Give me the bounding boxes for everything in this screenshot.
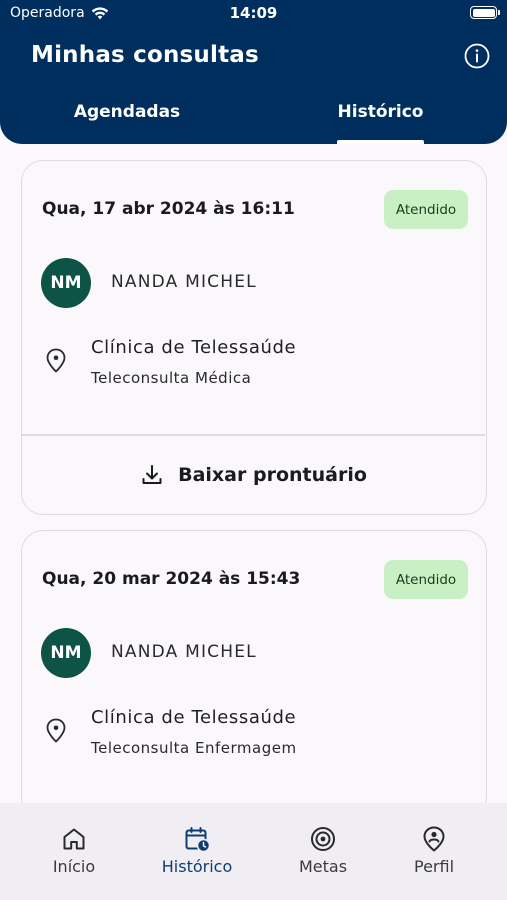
nav-label-historico: Histórico: [161, 857, 233, 876]
status-time: 14:09: [229, 4, 278, 22]
profile-pin-icon: [423, 826, 445, 852]
service-type: Teleconsulta Enfermagem: [91, 739, 297, 757]
appointment-card[interactable]: Qua, 17 abr 2024 às 16:11 Atendido NM NA…: [21, 160, 487, 515]
clinic-name: Clínica de Telessaúde: [91, 707, 297, 728]
nav-item-perfil[interactable]: Perfil: [374, 803, 494, 900]
location-pin-icon: [46, 348, 66, 373]
calendar-clock-icon: [185, 827, 211, 853]
appointment-date: Qua, 20 mar 2024 às 15:43: [42, 569, 301, 589]
nav-label-inicio: Início: [52, 857, 96, 876]
download-record-button[interactable]: Baixar prontuário: [22, 436, 485, 514]
info-icon[interactable]: [463, 42, 491, 70]
tab-historico[interactable]: Histórico: [254, 102, 507, 144]
location-pin-icon: [46, 718, 66, 743]
service-type: Teleconsulta Médica: [91, 369, 252, 387]
nav-item-historico[interactable]: Histórico: [137, 803, 257, 900]
nav-item-metas[interactable]: Metas: [263, 803, 383, 900]
nav-item-inicio[interactable]: Início: [14, 803, 134, 900]
battery-icon: [470, 6, 500, 19]
professional-name: NANDA MICHEL: [111, 272, 257, 292]
home-icon: [63, 828, 85, 850]
avatar: NM: [41, 628, 91, 678]
status-badge: Atendido: [384, 190, 468, 229]
nav-label-perfil: Perfil: [413, 857, 455, 876]
active-tab-indicator: [337, 140, 424, 144]
appointment-card[interactable]: Qua, 20 mar 2024 às 15:43 Atendido NM NA…: [21, 530, 487, 820]
download-icon: [142, 465, 162, 484]
avatar: NM: [41, 258, 91, 308]
app-header: Operadora 14:09 Minhas consultas Agendad…: [0, 0, 507, 144]
page-title: Minhas consultas: [31, 42, 259, 68]
clinic-name: Clínica de Telessaúde: [91, 337, 297, 358]
nav-label-metas: Metas: [298, 857, 348, 876]
download-record-label: Baixar prontuário: [178, 464, 367, 486]
status-bar: Operadora 14:09: [0, 0, 507, 28]
target-icon: [311, 827, 335, 851]
tab-agendadas[interactable]: Agendadas: [0, 102, 254, 144]
bottom-nav: Início Histórico Metas Perfil: [0, 803, 507, 900]
professional-name: NANDA MICHEL: [111, 642, 257, 662]
appointment-date: Qua, 17 abr 2024 às 16:11: [42, 199, 295, 219]
status-badge: Atendido: [384, 560, 468, 599]
